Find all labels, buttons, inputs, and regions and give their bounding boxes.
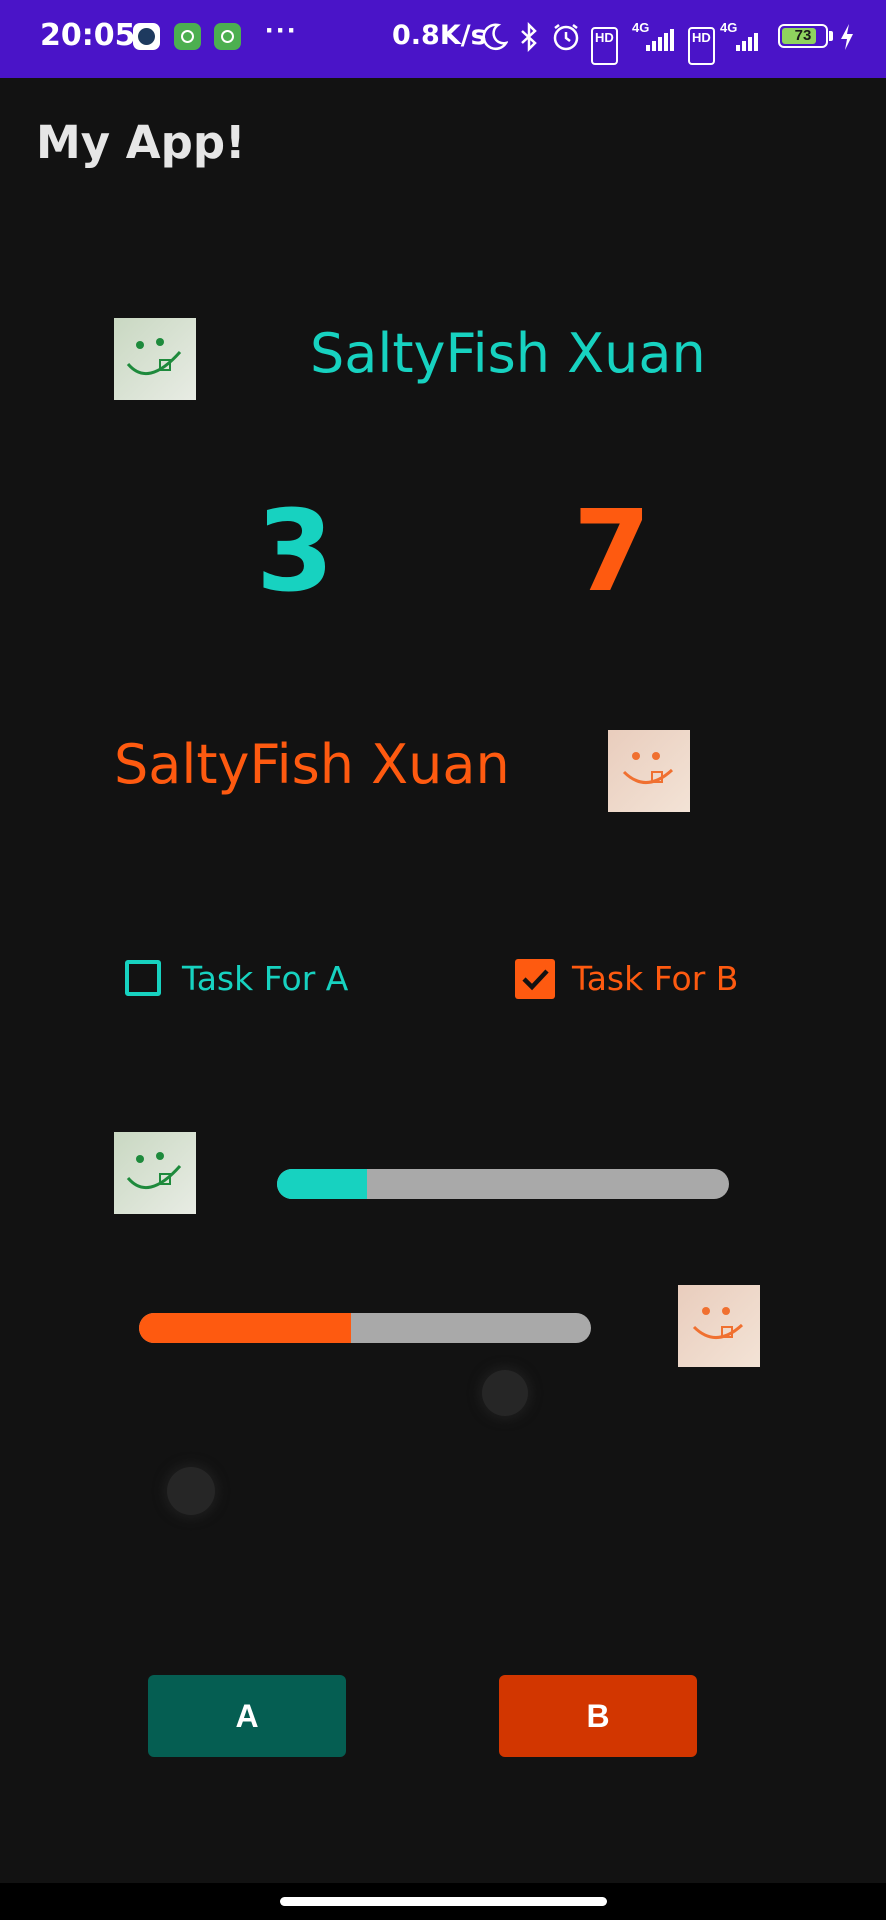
cat-app-notification-icon xyxy=(174,23,201,50)
player-b-name: SaltyFish Xuan xyxy=(114,733,510,796)
battery-nub xyxy=(829,31,833,41)
alarm-icon xyxy=(551,22,581,52)
charging-icon xyxy=(838,22,856,52)
player-a-progress-avatar xyxy=(114,1132,196,1214)
player-b-avatar xyxy=(608,730,690,812)
player-b-progress-bar xyxy=(139,1313,591,1343)
hd-icon: HD xyxy=(688,27,715,65)
player-b-button[interactable]: B xyxy=(499,1675,697,1757)
task-b-label: Task For B xyxy=(572,959,739,998)
battery-level: 73 xyxy=(794,27,812,44)
player-a-avatar xyxy=(114,318,196,400)
bluetooth-icon xyxy=(518,21,540,53)
player-a-score: 3 xyxy=(256,487,334,617)
home-gesture-handle[interactable] xyxy=(280,1897,607,1906)
hd-icon: HD xyxy=(591,27,618,65)
touch-ripple xyxy=(482,1370,528,1416)
task-a-label: Task For A xyxy=(182,959,349,998)
touch-ripple xyxy=(167,1467,215,1515)
task-b-checkbox[interactable] xyxy=(515,959,555,999)
task-a-toggle[interactable]: Task For A xyxy=(125,959,365,1001)
player-a-name: SaltyFish Xuan xyxy=(310,322,706,385)
more-notifications-icon: ··· xyxy=(265,14,298,47)
player-b-progress-avatar xyxy=(678,1285,760,1367)
signal-icon xyxy=(632,27,678,57)
task-a-checkbox[interactable] xyxy=(125,960,161,996)
player-a-progress-fill xyxy=(277,1169,368,1199)
player-b-progress-fill xyxy=(139,1313,352,1343)
network-speed: 0.8K/s xyxy=(392,20,487,51)
moon-icon xyxy=(480,22,509,52)
status-bar: 20:05 ··· 0.8K/s HD 4G HD 4G 73 xyxy=(0,0,886,78)
battery-icon: 73 xyxy=(778,24,828,48)
status-time: 20:05 xyxy=(40,18,136,53)
player-a-button[interactable]: A xyxy=(148,1675,346,1757)
app-title: My App! xyxy=(36,116,246,169)
app-notification-icon xyxy=(133,23,160,50)
signal-icon xyxy=(722,27,768,57)
task-b-toggle[interactable]: Task For B xyxy=(515,959,755,1001)
player-a-progress-bar xyxy=(277,1169,729,1199)
checkmark-icon xyxy=(522,969,549,991)
player-b-score: 7 xyxy=(573,487,651,617)
cat-app-notification-icon xyxy=(214,23,241,50)
